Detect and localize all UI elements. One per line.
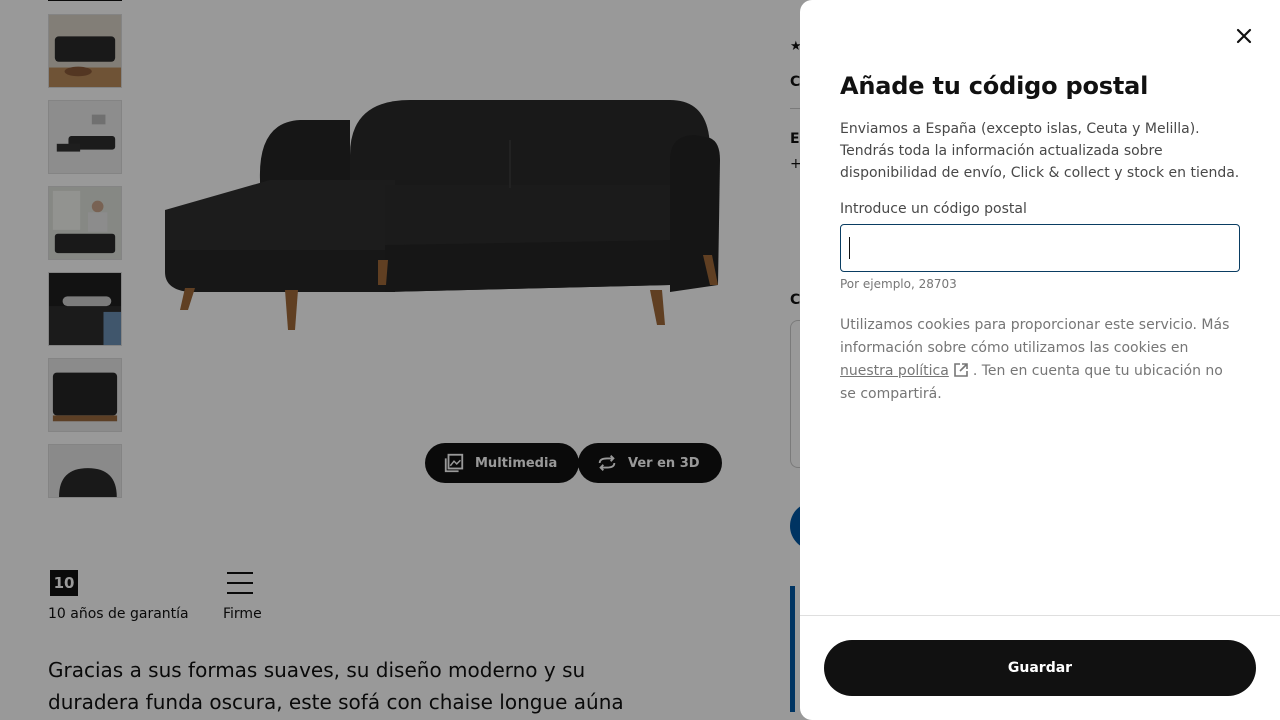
footer-divider — [800, 615, 1280, 616]
postal-code-helper: Por ejemplo, 28703 — [840, 277, 957, 291]
cookie-text-before: Utilizamos cookies para proporcionar est… — [840, 317, 1230, 356]
modal-title: Añade tu código postal — [840, 72, 1149, 100]
text-caret — [849, 237, 850, 259]
modal-intro-text: Enviamos a España (excepto islas, Ceuta … — [840, 121, 1240, 181]
external-link-icon — [954, 363, 968, 377]
close-icon — [1236, 28, 1252, 44]
postal-code-input[interactable] — [840, 224, 1240, 272]
cookie-notice: Utilizamos cookies para proporcionar est… — [840, 314, 1240, 406]
save-button[interactable]: Guardar — [824, 640, 1256, 696]
privacy-policy-link[interactable]: nuestra política — [840, 363, 949, 379]
postal-code-label: Introduce un código postal — [840, 201, 1027, 217]
close-button[interactable] — [1224, 16, 1264, 56]
